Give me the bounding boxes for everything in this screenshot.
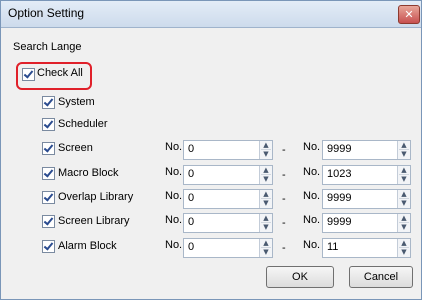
up-arrow-icon[interactable]: ▲ <box>261 190 271 199</box>
no-label: No. <box>303 239 321 251</box>
screen-from-value: 0 <box>188 143 195 155</box>
overlap-library-from-value: 0 <box>188 192 195 204</box>
down-arrow-icon[interactable]: ▼ <box>399 223 409 231</box>
range-separator: - <box>282 193 286 205</box>
range-separator: - <box>282 144 286 156</box>
checkbox-macro-block[interactable] <box>42 167 55 180</box>
alarm-block-from-value: 0 <box>188 241 195 253</box>
label-system: System <box>58 96 95 108</box>
label-screen: Screen <box>58 142 93 154</box>
range-separator: - <box>282 242 286 254</box>
close-icon[interactable]: ✕ <box>398 5 420 24</box>
up-arrow-icon[interactable]: ▲ <box>399 166 409 175</box>
checkbox-alarm-block[interactable] <box>42 240 55 253</box>
alarm-block-to-value: 11 <box>327 241 339 253</box>
cancel-button[interactable]: Cancel <box>349 266 413 288</box>
label-scheduler: Scheduler <box>58 118 108 130</box>
label-screen-library: Screen Library <box>58 215 130 227</box>
up-arrow-icon[interactable]: ▲ <box>399 239 409 248</box>
range-separator: - <box>282 169 286 181</box>
down-arrow-icon[interactable]: ▼ <box>399 150 409 158</box>
overlap-library-to-stepper[interactable]: 9999 ▲ ▼ <box>322 189 411 209</box>
checkbox-screen[interactable] <box>42 142 55 155</box>
screen-to-value: 9999 <box>327 143 352 155</box>
checkbox-system[interactable] <box>42 96 55 109</box>
title-bar: Option Setting ✕ <box>1 1 421 28</box>
up-arrow-icon[interactable]: ▲ <box>261 166 271 175</box>
screen-to-stepper[interactable]: 9999 ▲ ▼ <box>322 140 411 160</box>
macro-block-from-value: 0 <box>188 168 195 180</box>
up-arrow-icon[interactable]: ▲ <box>399 214 409 223</box>
checkbox-overlap-library[interactable] <box>42 191 55 204</box>
no-label: No. <box>303 214 321 226</box>
no-label: No. <box>303 166 321 178</box>
range-separator: - <box>282 217 286 229</box>
overlap-library-to-value: 9999 <box>327 192 352 204</box>
up-arrow-icon[interactable]: ▲ <box>261 214 271 223</box>
overlap-library-from-stepper[interactable]: 0 ▲ ▼ <box>183 189 273 209</box>
option-setting-dialog: Option Setting ✕ Search Lange Check All … <box>0 0 422 300</box>
screen-library-from-value: 0 <box>188 216 195 228</box>
alarm-block-to-stepper[interactable]: 11 ▲ ▼ <box>322 238 411 258</box>
checkbox-scheduler[interactable] <box>42 118 55 131</box>
up-arrow-icon[interactable]: ▲ <box>261 141 271 150</box>
screen-library-to-value: 9999 <box>327 216 352 228</box>
down-arrow-icon[interactable]: ▼ <box>399 175 409 183</box>
label-alarm-block: Alarm Block <box>58 240 117 252</box>
no-label: No. <box>165 239 183 251</box>
macro-block-to-value: 1023 <box>327 168 352 180</box>
screen-library-from-stepper[interactable]: 0 ▲ ▼ <box>183 213 273 233</box>
down-arrow-icon[interactable]: ▼ <box>261 248 271 256</box>
check-all-checkbox[interactable] <box>22 68 35 81</box>
search-range-label: Search Lange <box>13 41 82 53</box>
macro-block-from-stepper[interactable]: 0 ▲ ▼ <box>183 165 273 185</box>
up-arrow-icon[interactable]: ▲ <box>399 190 409 199</box>
up-arrow-icon[interactable]: ▲ <box>399 141 409 150</box>
down-arrow-icon[interactable]: ▼ <box>261 223 271 231</box>
down-arrow-icon[interactable]: ▼ <box>399 199 409 207</box>
down-arrow-icon[interactable]: ▼ <box>261 175 271 183</box>
no-label: No. <box>165 214 183 226</box>
label-overlap-library: Overlap Library <box>58 191 134 203</box>
no-label: No. <box>165 190 183 202</box>
screen-library-to-stepper[interactable]: 9999 ▲ ▼ <box>322 213 411 233</box>
ok-button[interactable]: OK <box>266 266 334 288</box>
down-arrow-icon[interactable]: ▼ <box>261 150 271 158</box>
macro-block-to-stepper[interactable]: 1023 ▲ ▼ <box>322 165 411 185</box>
checkbox-screen-library[interactable] <box>42 215 55 228</box>
no-label: No. <box>165 141 183 153</box>
check-all-label: Check All <box>37 67 83 79</box>
alarm-block-from-stepper[interactable]: 0 ▲ ▼ <box>183 238 273 258</box>
up-arrow-icon[interactable]: ▲ <box>261 239 271 248</box>
no-label: No. <box>303 141 321 153</box>
window-title: Option Setting <box>8 6 85 20</box>
label-macro-block: Macro Block <box>58 167 119 179</box>
down-arrow-icon[interactable]: ▼ <box>399 248 409 256</box>
no-label: No. <box>165 166 183 178</box>
screen-from-stepper[interactable]: 0 ▲ ▼ <box>183 140 273 160</box>
no-label: No. <box>303 190 321 202</box>
down-arrow-icon[interactable]: ▼ <box>261 199 271 207</box>
